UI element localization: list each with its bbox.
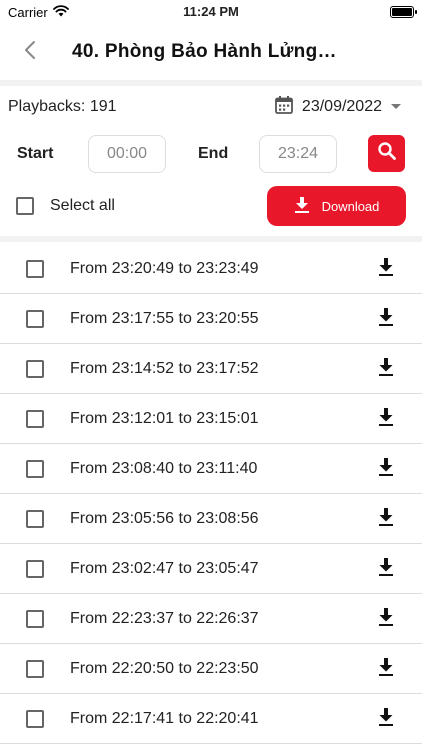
download-label: Download — [321, 198, 380, 214]
item-download-button[interactable] — [375, 257, 397, 282]
list-item: From 23:12:01 to 23:15:01 — [0, 394, 422, 444]
header-divider — [0, 80, 422, 86]
item-time-range: From 22:20:50 to 22:23:50 — [70, 660, 259, 677]
item-time-range: From 23:02:47 to 23:05:47 — [70, 560, 259, 577]
caret-down-icon — [390, 98, 402, 116]
list-divider — [0, 236, 422, 242]
download-icon — [294, 196, 310, 217]
list-item: From 23:08:40 to 23:11:40 — [0, 444, 422, 494]
item-checkbox[interactable] — [26, 560, 44, 578]
item-download-button[interactable] — [375, 407, 397, 432]
list-item: From 23:02:47 to 23:05:47 — [0, 544, 422, 594]
item-time-range: From 23:20:49 to 23:23:49 — [70, 260, 259, 277]
download-button[interactable]: Download — [267, 186, 406, 226]
download-icon — [377, 357, 395, 382]
item-download-button[interactable] — [375, 557, 397, 582]
search-button[interactable] — [368, 135, 405, 172]
select-all-checkbox[interactable] — [16, 197, 34, 215]
list-item: From 22:23:37 to 22:26:37 — [0, 594, 422, 644]
item-time-range: From 23:05:56 to 23:08:56 — [70, 510, 259, 527]
end-label: End — [198, 145, 229, 162]
item-time-range: From 22:23:37 to 22:26:37 — [70, 610, 259, 627]
item-checkbox[interactable] — [26, 460, 44, 478]
item-download-button[interactable] — [375, 357, 397, 382]
playback-list: From 23:20:49 to 23:23:49 From 23:17:55 t… — [0, 244, 422, 744]
item-time-range: From 23:08:40 to 23:11:40 — [70, 460, 258, 477]
time-filter-row: Start End — [0, 134, 422, 174]
download-icon — [377, 307, 395, 332]
item-download-button[interactable] — [375, 507, 397, 532]
selection-row: Select all Download — [0, 186, 422, 226]
download-icon — [377, 407, 395, 432]
download-icon — [377, 557, 395, 582]
item-checkbox[interactable] — [26, 710, 44, 728]
status-time: 11:24 PM — [183, 4, 239, 19]
item-download-button[interactable] — [375, 307, 397, 332]
list-item: From 23:14:52 to 23:17:52 — [0, 344, 422, 394]
nav-bar: 40. Phòng Bảo Hành Lửng - Thu Ngân — [0, 24, 422, 80]
list-item: From 22:20:50 to 22:23:50 — [0, 644, 422, 694]
list-item: From 22:17:41 to 22:20:41 — [0, 694, 422, 744]
item-time-range: From 23:12:01 to 23:15:01 — [70, 410, 259, 427]
download-icon — [377, 607, 395, 632]
back-button[interactable] — [0, 24, 60, 80]
item-checkbox[interactable] — [26, 510, 44, 528]
date-picker[interactable]: 23/09/2022 — [274, 95, 402, 120]
search-icon — [377, 141, 397, 166]
list-item: From 23:20:49 to 23:23:49 — [0, 244, 422, 294]
list-item: From 23:17:55 to 23:20:55 — [0, 294, 422, 344]
select-all-label: Select all — [50, 197, 115, 214]
playbacks-count: Playbacks: 191 — [8, 98, 117, 115]
item-download-button[interactable] — [375, 607, 397, 632]
download-icon — [377, 457, 395, 482]
start-label: Start — [17, 145, 54, 162]
end-time-input[interactable] — [259, 135, 337, 173]
item-time-range: From 23:17:55 to 23:20:55 — [70, 310, 259, 327]
item-checkbox[interactable] — [26, 360, 44, 378]
item-time-range: From 23:14:52 to 23:17:52 — [70, 360, 259, 377]
playbacks-row: Playbacks: 191 23/09/2022 — [0, 88, 422, 126]
list-item: From 23:05:56 to 23:08:56 — [0, 494, 422, 544]
page-title: 40. Phòng Bảo Hành Lửng - Thu Ngân — [72, 41, 342, 62]
item-download-button[interactable] — [375, 707, 397, 732]
chevron-left-icon — [23, 40, 37, 65]
download-icon — [377, 257, 395, 282]
download-icon — [377, 507, 395, 532]
item-checkbox[interactable] — [26, 410, 44, 428]
download-icon — [377, 707, 395, 732]
start-time-input[interactable] — [88, 135, 166, 173]
item-checkbox[interactable] — [26, 660, 44, 678]
item-checkbox[interactable] — [26, 310, 44, 328]
item-time-range: From 22:17:41 to 22:20:41 — [70, 710, 259, 727]
item-download-button[interactable] — [375, 457, 397, 482]
item-download-button[interactable] — [375, 657, 397, 682]
calendar-icon — [274, 95, 294, 120]
date-value: 23/09/2022 — [301, 98, 382, 115]
item-checkbox[interactable] — [26, 610, 44, 628]
item-checkbox[interactable] — [26, 260, 44, 278]
download-icon — [377, 657, 395, 682]
